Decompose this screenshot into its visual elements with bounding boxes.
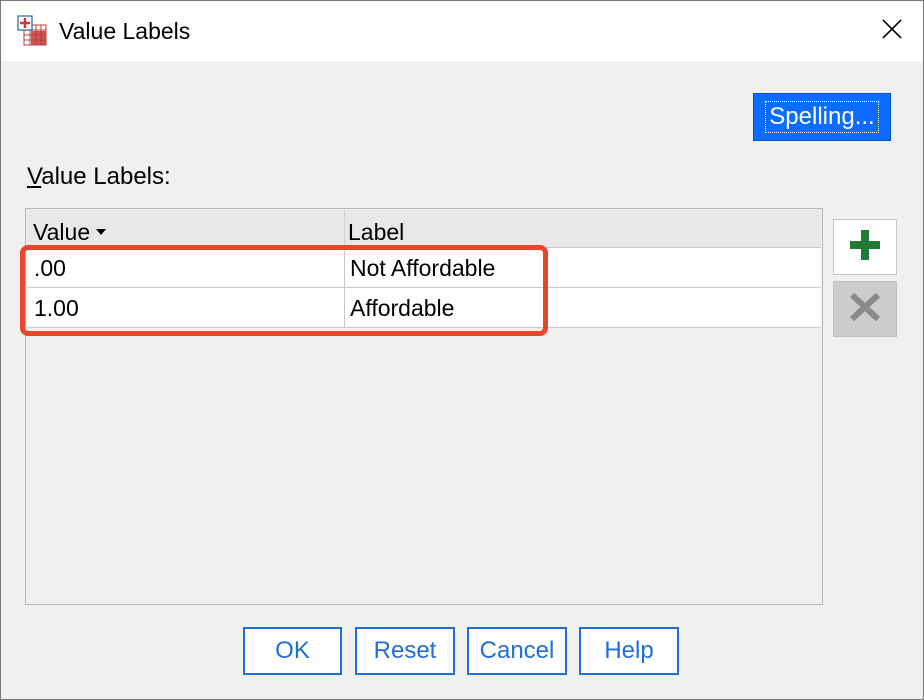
cancel-button[interactable]: Cancel [467,627,567,675]
label-cell[interactable]: Not Affordable [345,248,821,288]
spss-variable-icon [17,15,49,47]
table-row[interactable]: 1.00 Affordable [27,288,821,328]
label-cell[interactable]: Affordable [345,288,821,328]
value-labels-grid: Value Label .00 Not Affordable 1.00 Affo… [25,208,823,605]
table-row[interactable]: .00 Not Affordable [27,248,821,288]
close-button[interactable] [861,1,923,61]
ok-button[interactable]: OK [243,627,342,675]
window-title: Value Labels [59,18,191,44]
value-labels-dialog: Value Labels Spelling... Value Labels: V… [0,0,924,700]
remove-label-button[interactable] [833,281,897,337]
help-button[interactable]: Help [579,627,679,675]
reset-button[interactable]: Reset [355,627,455,675]
title-bar: Value Labels [1,1,923,61]
add-label-button[interactable] [833,219,897,275]
column-header-label[interactable]: Label [345,210,821,248]
spelling-button-label: Spelling... [765,101,879,133]
value-labels-heading: Value Labels: [27,161,171,193]
close-icon [881,18,903,45]
spelling-button[interactable]: Spelling... [753,93,891,141]
value-cell[interactable]: 1.00 [27,288,345,328]
grid-header: Value Label [27,210,821,248]
column-header-value[interactable]: Value [27,210,345,248]
x-icon [848,292,882,327]
heading-rest: alue Labels: [41,163,171,190]
plus-icon [847,227,883,268]
column-header-value-label: Value [33,219,91,245]
sort-down-icon [96,228,107,235]
column-header-label-text: Label [348,219,405,245]
value-cell[interactable]: .00 [27,248,345,288]
mnemonic-letter: V [27,163,42,190]
